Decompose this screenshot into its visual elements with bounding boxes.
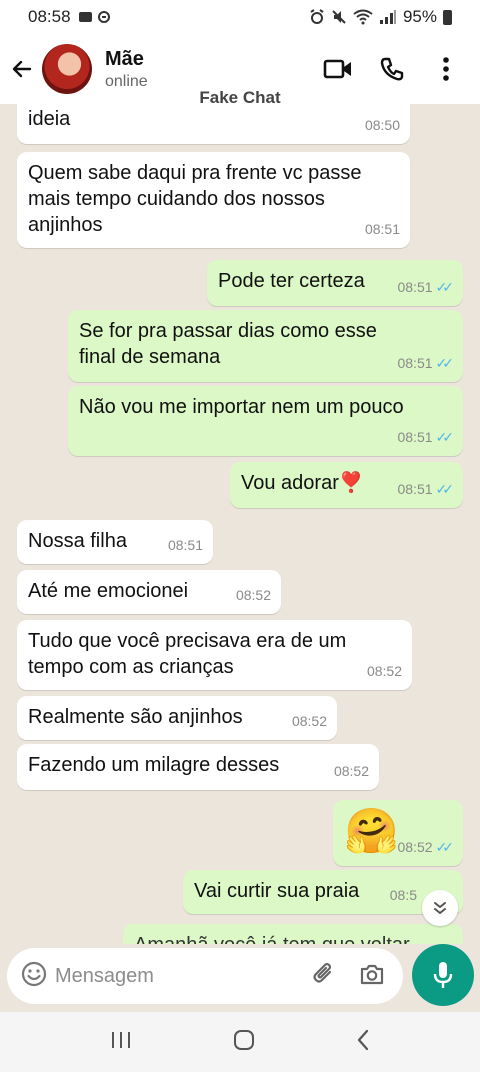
chevron-left-icon: [357, 1029, 368, 1050]
message-time: 08:52: [235, 587, 271, 603]
emoji-icon: [21, 961, 47, 986]
signal-icon: [379, 10, 396, 24]
battery-percentage: 95%: [402, 7, 437, 26]
message-time: 08:52: [397, 839, 433, 855]
message-time: 08:52: [291, 713, 327, 729]
message-bubble[interactable]: Não vou me importar nem um pouco 08:51 ✓✓: [68, 386, 463, 456]
message-list[interactable]: ideia 08:50 Quem sabe daqui pra frente v…: [0, 104, 480, 944]
read-ticks-icon: ✓✓: [435, 279, 455, 295]
more-options-button[interactable]: [430, 53, 462, 85]
double-chevron-down-icon: [434, 902, 446, 914]
video-call-icon: [323, 59, 351, 79]
message-text: Realmente são anjinhos: [28, 706, 243, 728]
more-vertical-icon: [443, 57, 449, 81]
battery-icon: [443, 9, 452, 25]
message-time: 08:5: [389, 887, 417, 903]
message-composer: [0, 944, 480, 1012]
message-bubble[interactable]: Amanhã você já tem que voltar: [123, 924, 463, 944]
contact-name: Mãe: [105, 47, 144, 70]
scroll-to-bottom-button[interactable]: [422, 890, 458, 926]
video-notification-icon: [78, 12, 92, 22]
camera-icon: [360, 964, 384, 984]
message-text: Se for pra passar dias como esse final d…: [79, 320, 377, 368]
message-bubble[interactable]: Até me emocionei 08:52: [17, 570, 281, 614]
contact-info[interactable]: Mãe online: [105, 48, 148, 91]
message-text: ideia: [28, 108, 71, 130]
message-text: Amanhã você já tem que voltar: [134, 932, 453, 944]
message-bubble[interactable]: Fazendo um milagre desses 08:52: [17, 744, 379, 790]
alarm-icon: [310, 9, 324, 24]
do-not-disturb-icon: [97, 11, 110, 23]
arrow-left-icon: [12, 60, 32, 78]
read-ticks-icon: ✓✓: [435, 355, 455, 371]
message-bubble[interactable]: Vai curtir sua praia 08:5: [183, 870, 463, 914]
message-bubble[interactable]: Vou adorar❣️ 08:51 ✓✓: [230, 462, 463, 508]
message-text: Quem sabe daqui pra frente vc passe mais…: [28, 162, 362, 236]
video-call-button[interactable]: [322, 53, 354, 85]
read-ticks-icon: ✓✓: [435, 429, 455, 445]
message-time: 08:52: [333, 763, 369, 779]
message-bubble[interactable]: Pode ter certeza 08:51 ✓✓: [207, 260, 463, 306]
recent-apps-icon: [112, 1031, 131, 1048]
message-time: 08:51: [397, 279, 433, 295]
message-input-container: [7, 948, 403, 1004]
message-time: 08:51: [364, 221, 400, 237]
message-bubble[interactable]: Nossa filha 08:51: [17, 520, 213, 564]
message-time: 08:51: [397, 429, 433, 445]
voice-call-button[interactable]: [376, 53, 408, 85]
status-bar: 08:58 95%: [0, 0, 480, 34]
message-bubble[interactable]: 🤗 08:52 ✓✓: [333, 800, 463, 866]
microphone-button[interactable]: [412, 944, 474, 1006]
home-button[interactable]: [233, 1029, 255, 1056]
message-time: 08:50: [364, 117, 400, 133]
message-time: 08:51: [167, 537, 203, 553]
status-time: 08:58: [28, 7, 71, 26]
camera-button[interactable]: [359, 962, 385, 991]
message-bubble[interactable]: Tudo que você precisava era de um tempo …: [17, 620, 412, 690]
read-ticks-icon: ✓✓: [435, 839, 455, 855]
message-time: 08:51: [397, 355, 433, 371]
system-navigation-bar: [0, 1012, 480, 1072]
message-text: Tudo que você precisava era de um tempo …: [28, 630, 347, 678]
back-button[interactable]: [8, 55, 36, 83]
message-bubble[interactable]: ideia 08:50: [17, 104, 410, 144]
watermark-text: Fake Chat: [199, 88, 281, 107]
emoji-button[interactable]: [21, 961, 47, 992]
back-nav-button[interactable]: [356, 1029, 370, 1056]
paperclip-icon: [313, 962, 332, 983]
message-text: Não vou me importar nem um pouco: [79, 396, 404, 418]
recent-apps-button[interactable]: [110, 1030, 132, 1055]
message-bubble[interactable]: Realmente são anjinhos 08:52: [17, 696, 337, 740]
read-ticks-icon: ✓✓: [435, 481, 455, 497]
message-bubble[interactable]: Quem sabe daqui pra frente vc passe mais…: [17, 152, 410, 248]
mute-icon: [332, 10, 346, 24]
message-bubble[interactable]: Se for pra passar dias como esse final d…: [68, 310, 463, 382]
attach-button[interactable]: [311, 961, 337, 992]
message-text: Fazendo um milagre desses: [28, 754, 280, 776]
wifi-icon: [353, 9, 373, 25]
microphone-icon: [433, 962, 453, 988]
message-text: Até me emocionei: [28, 580, 189, 602]
message-time: 08:51: [397, 481, 433, 497]
avatar[interactable]: [42, 44, 92, 94]
home-icon: [233, 1029, 254, 1050]
message-input[interactable]: [55, 964, 275, 988]
message-time: 08:52: [366, 663, 402, 679]
phone-icon: [380, 57, 404, 81]
